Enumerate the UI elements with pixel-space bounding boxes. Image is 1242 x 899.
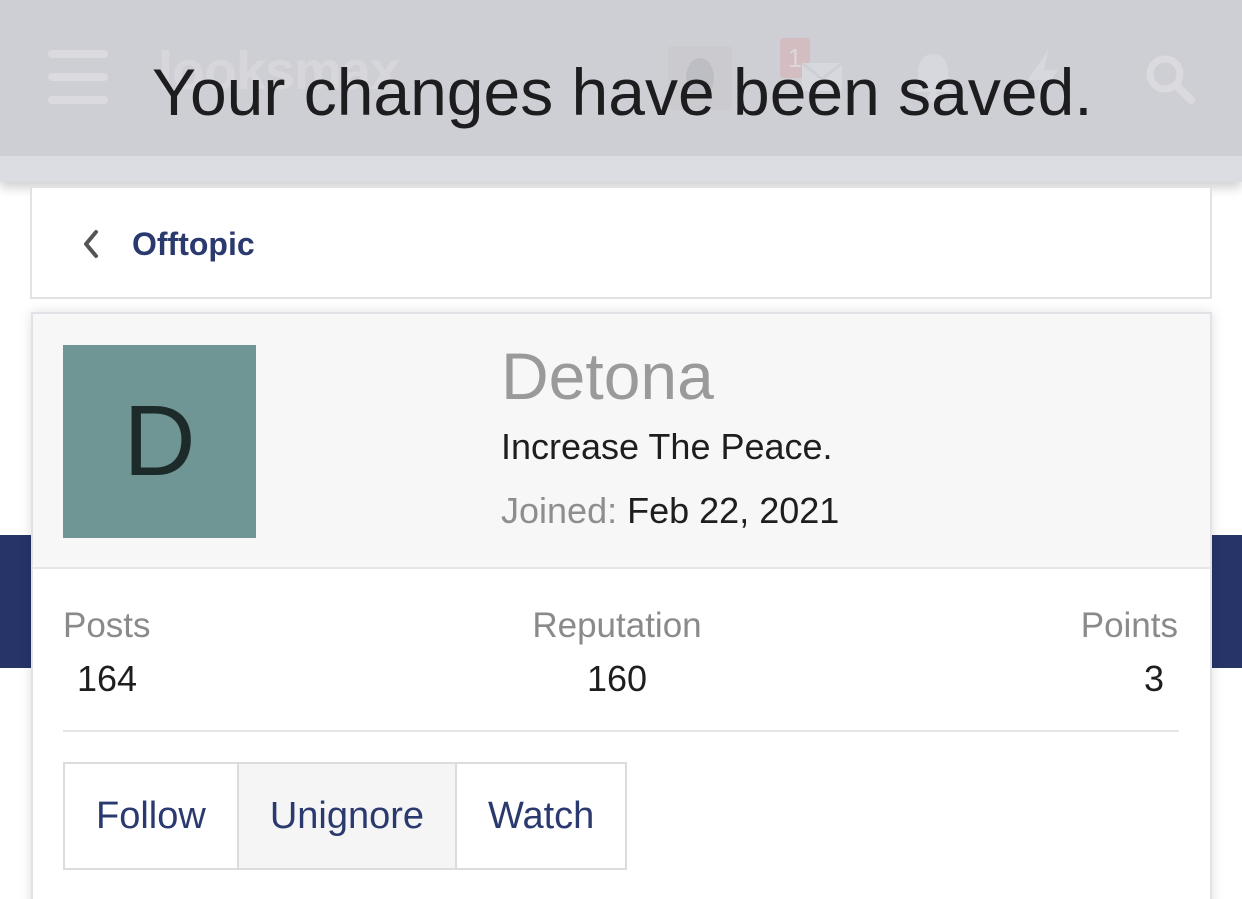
stat-posts[interactable]: Posts 164 bbox=[63, 606, 151, 700]
stat-points: Points 3 bbox=[1081, 606, 1178, 700]
stat-label: Posts bbox=[63, 606, 151, 645]
stat-reputation: Reputation 160 bbox=[527, 606, 707, 700]
avatar[interactable]: D bbox=[63, 345, 256, 538]
watch-button[interactable]: Watch bbox=[457, 764, 626, 868]
breadcrumb-link[interactable]: Offtopic bbox=[132, 226, 255, 263]
joined-label: Joined: bbox=[501, 490, 618, 531]
profile-actions: Follow Unignore Watch bbox=[63, 762, 628, 870]
joined-info: Joined: Feb 22, 2021 bbox=[501, 490, 839, 532]
saved-notice: Your changes have been saved. bbox=[0, 0, 1242, 182]
breadcrumb[interactable]: Offtopic bbox=[30, 186, 1212, 299]
member-profile-card: D Detona Increase The Peace. Joined: Feb… bbox=[31, 312, 1212, 899]
joined-date: Feb 22, 2021 bbox=[627, 490, 840, 531]
unignore-button[interactable]: Unignore bbox=[238, 764, 458, 868]
username[interactable]: Detona bbox=[501, 338, 714, 414]
user-title: Increase The Peace. bbox=[501, 426, 833, 467]
chevron-left-icon[interactable] bbox=[78, 226, 104, 262]
profile-header: D Detona Increase The Peace. Joined: Feb… bbox=[33, 314, 1210, 569]
stat-value: 160 bbox=[586, 658, 648, 699]
divider bbox=[63, 730, 1179, 732]
stat-value: 3 bbox=[1143, 658, 1164, 699]
stat-label: Points bbox=[1080, 606, 1178, 645]
stat-value[interactable]: 164 bbox=[63, 658, 151, 700]
stat-label: Reputation bbox=[532, 606, 702, 645]
follow-button[interactable]: Follow bbox=[65, 764, 239, 868]
notice-message: Your changes have been saved. bbox=[152, 55, 1093, 129]
